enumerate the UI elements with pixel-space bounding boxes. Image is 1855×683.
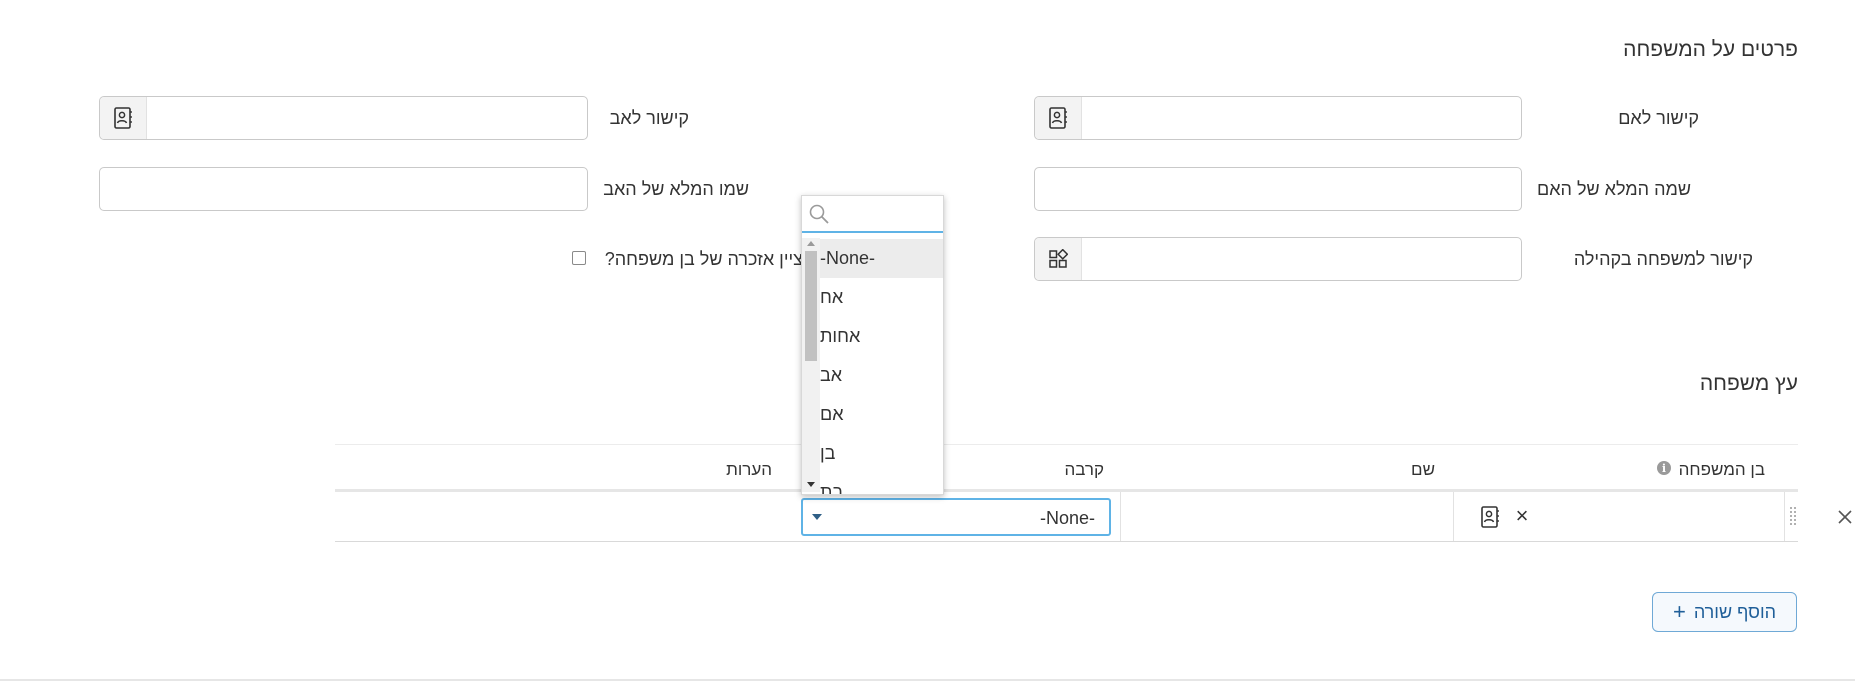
column-header-name: שם xyxy=(1411,460,1435,479)
chevron-down-icon xyxy=(812,514,822,520)
add-row-label: הוסף שורה xyxy=(1693,601,1777,622)
dropdown-option-father[interactable]: אב xyxy=(820,356,943,395)
row-cell-divider xyxy=(1453,492,1454,541)
column-header-notes: הערות xyxy=(726,460,772,479)
memorial-checkbox-label: ציין אזכרה של בן משפחה? xyxy=(604,249,803,269)
father-link-label: קישור לאב xyxy=(609,108,689,128)
drag-handle-icon[interactable] xyxy=(1789,506,1797,526)
mother-link-label: קישור לאם xyxy=(1618,108,1699,128)
delete-row-icon[interactable] xyxy=(1836,508,1854,526)
family-details-title: פרטים על המשפחה xyxy=(1623,38,1798,61)
grid-icon xyxy=(1049,249,1068,268)
contact-card-icon xyxy=(1049,107,1067,129)
column-header-relation: קרבה xyxy=(1064,460,1104,479)
dropdown-option-sister[interactable]: אחות xyxy=(820,317,943,356)
community-family-link-input[interactable] xyxy=(1034,237,1522,281)
memorial-checkbox[interactable] xyxy=(572,251,586,265)
father-full-name-input[interactable] xyxy=(99,167,588,211)
dropdown-option-mother[interactable]: אם xyxy=(820,395,943,434)
mother-full-name-input[interactable] xyxy=(1034,167,1522,211)
dropdown-option-brother[interactable]: אח xyxy=(820,278,943,317)
family-lookup-button[interactable] xyxy=(1035,238,1082,280)
search-icon xyxy=(809,204,829,224)
contact-lookup-button[interactable] xyxy=(100,97,147,139)
contact-card-icon xyxy=(114,107,132,129)
info-icon: i xyxy=(1657,461,1671,475)
scroll-down-arrow-icon[interactable] xyxy=(807,482,815,487)
contact-lookup-button[interactable] xyxy=(1035,97,1082,139)
dropdown-search-input[interactable] xyxy=(802,196,943,233)
dropdown-option-none[interactable]: -None- xyxy=(820,239,943,278)
mother-link-input[interactable] xyxy=(1034,96,1522,140)
scrollbar-thumb[interactable] xyxy=(805,251,817,361)
father-full-name-label: שמו המלא של האב xyxy=(603,179,749,199)
dropdown-scrollbar[interactable] xyxy=(802,238,820,492)
row-cell-divider xyxy=(1784,492,1785,541)
clear-member-icon[interactable]: × xyxy=(1513,505,1531,527)
add-row-button[interactable]: הוסף שורה + xyxy=(1652,592,1797,632)
mother-full-name-label: שמה המלא של האם xyxy=(1537,179,1691,199)
row-cell-divider xyxy=(1120,492,1121,541)
column-header-member: בן המשפחה xyxy=(1678,460,1765,479)
relation-dropdown-menu: -None- אח אחות אב אם בן בת xyxy=(801,195,944,495)
member-lookup-button[interactable] xyxy=(1480,506,1502,528)
community-family-link-label: קישור למשפחה בקהילה xyxy=(1573,249,1753,269)
plus-icon: + xyxy=(1672,599,1686,624)
scroll-up-arrow-icon[interactable] xyxy=(807,241,815,246)
relation-select-value: -None- xyxy=(1039,508,1095,528)
footer-divider xyxy=(0,679,1855,681)
dropdown-option-daughter[interactable]: בת xyxy=(820,473,943,494)
dropdown-option-son[interactable]: בן xyxy=(820,434,943,473)
family-tree-title: עץ משפחה xyxy=(1699,372,1798,395)
relation-select[interactable]: -None- xyxy=(801,498,1111,536)
contact-card-icon xyxy=(1481,506,1499,528)
father-link-input[interactable] xyxy=(99,96,588,140)
